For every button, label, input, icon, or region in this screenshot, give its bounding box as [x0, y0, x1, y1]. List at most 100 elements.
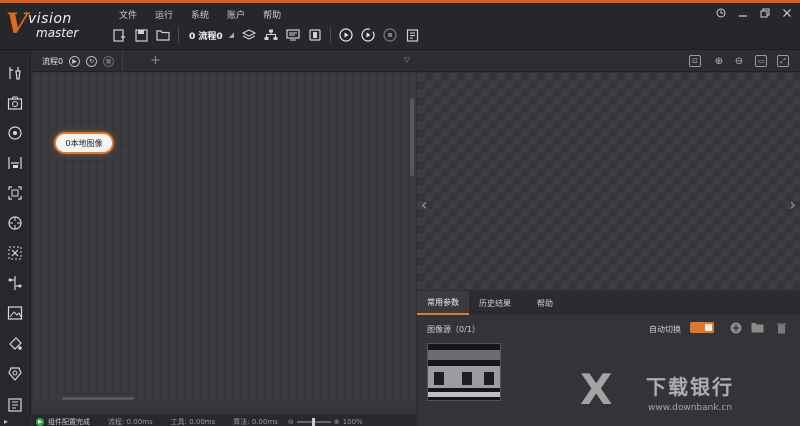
communicate-icon[interactable] [5, 395, 25, 415]
toolbar-separator [330, 27, 332, 43]
main-menu: 文件 运行 系统 账户 帮助 [110, 8, 290, 21]
toolbar-separator [178, 27, 179, 43]
stop-flow-icon[interactable]: ■ [103, 55, 115, 67]
logic-icon[interactable] [5, 273, 25, 293]
flow-node-label: 0本地图像 [65, 138, 103, 148]
app-window: V vision master 文件 运行 系统 账户 帮助 0 流程0 ◢ ▸… [0, 0, 800, 426]
flow-selector[interactable]: 0 流程0 ◢ [183, 29, 238, 42]
logo-word-vision: vision [28, 11, 72, 27]
watermark: X 下载银行 www.downbank.cn [580, 365, 790, 425]
save-icon[interactable] [130, 24, 152, 46]
calibrate-icon[interactable] [5, 213, 25, 233]
global-variable-icon[interactable] [282, 24, 304, 46]
color-icon[interactable] [5, 333, 25, 353]
tab-history-results[interactable]: 历史结果 [469, 291, 521, 315]
flow-time: 流程: 0.00ms [108, 417, 153, 426]
previous-image-button[interactable]: ‹ [421, 195, 427, 214]
tab-common-params[interactable]: 常用参数 [417, 291, 469, 315]
auto-switch-label: 自动切换 [649, 325, 681, 334]
align-icon[interactable] [5, 243, 25, 263]
menu-help[interactable]: 帮助 [254, 8, 290, 21]
stop-icon[interactable] [379, 24, 401, 46]
flow-canvas[interactable]: 0本地图像 [32, 73, 416, 403]
status-message: 组件配置完成 [48, 417, 90, 426]
menu-file[interactable]: 文件 [110, 8, 146, 21]
menu-account[interactable]: 账户 [218, 8, 254, 21]
trash-icon[interactable] [775, 321, 788, 334]
fullscreen-icon[interactable]: ⤢ [777, 55, 789, 67]
recognize-icon[interactable] [5, 183, 25, 203]
logo-word-master: master [36, 26, 79, 40]
add-flow-tab-button[interactable]: + [150, 53, 161, 68]
watermark-logo: X [580, 365, 613, 414]
image-thumbnail[interactable] [427, 343, 501, 401]
restore-icon[interactable] [758, 8, 772, 21]
add-folder-icon[interactable] [751, 321, 764, 334]
watermark-url: www.downbank.cn [648, 403, 733, 413]
status-ok: ▶ 组件配置完成 [36, 417, 90, 426]
hierarchy-icon[interactable] [260, 24, 282, 46]
camera-icon[interactable] [5, 93, 25, 113]
flow-panel: 流程0 ▶ ↻ ■ + ▽ 0本地图像 [32, 50, 416, 414]
algo-time: 算法: 0.00ms [233, 417, 278, 426]
canvas-vertical-scrollbar[interactable] [410, 98, 414, 176]
defect-icon[interactable] [5, 363, 25, 383]
add-circle-icon[interactable] [729, 321, 742, 334]
run-loop-icon[interactable] [357, 24, 379, 46]
status-ok-icon: ▶ [36, 417, 44, 426]
tool-time: 工具: 0.00ms [170, 417, 216, 426]
sidebar-expand-button[interactable]: ▸ [0, 414, 31, 426]
report-icon[interactable] [401, 24, 423, 46]
minimize-icon[interactable] [736, 8, 750, 21]
zoom-in-icon[interactable]: ⊕ [713, 55, 725, 67]
flow-selector-value: 0 流程0 [189, 31, 223, 42]
expand-arrow-icon: ▸ [4, 417, 9, 426]
zoom-slider[interactable] [296, 417, 331, 426]
next-image-button[interactable]: › [790, 195, 796, 214]
zoom-in-icon[interactable]: ⊕ [334, 418, 340, 426]
logo-mark: V [6, 7, 28, 40]
image-display-panel: ⊡ ⊕ ⊖ ▭ ⤢ ‹ › [417, 50, 800, 290]
params-tab-bar: 常用参数 历史结果 帮助 [417, 291, 800, 315]
run-once-icon[interactable] [335, 24, 357, 46]
dropdown-arrow-icon: ◢ [228, 31, 235, 39]
flow-node-local-image[interactable]: 0本地图像 [54, 132, 114, 154]
actual-size-icon[interactable]: ▭ [755, 55, 767, 67]
close-icon[interactable] [780, 8, 794, 21]
image-toolbar: ⊡ ⊕ ⊖ ▭ ⤢ [417, 50, 800, 72]
tool-sidebar [0, 50, 31, 426]
zoom-level: 100% [342, 417, 363, 426]
status-bar: ▶ 组件配置完成 流程: 0.00ms 工具: 0.00ms 算法: 0.00m… [32, 414, 416, 426]
fit-window-icon[interactable]: ⊡ [689, 55, 701, 67]
open-folder-icon[interactable] [152, 24, 174, 46]
flow-tab-bar: 流程0 ▶ ↻ ■ + ▽ [32, 50, 416, 72]
image-process-icon[interactable] [5, 303, 25, 323]
zoom-slider-knob[interactable] [311, 417, 315, 426]
toggle-knob [705, 324, 712, 331]
new-solution-icon[interactable] [108, 24, 130, 46]
measure-icon[interactable] [5, 153, 25, 173]
run-flow-icon[interactable]: ▶ [69, 55, 81, 67]
locate-icon[interactable] [5, 123, 25, 143]
tab-flow0[interactable]: 流程0 ▶ ↻ ■ [42, 50, 124, 72]
watermark-text: 下载银行 [646, 375, 734, 399]
menu-run[interactable]: 运行 [146, 8, 182, 21]
image-viewport[interactable]: ‹ › [417, 73, 800, 290]
image-tools-icon[interactable] [5, 63, 25, 83]
clock-icon[interactable] [714, 8, 728, 21]
title-bar: V vision master 文件 运行 系统 账户 帮助 0 流程0 ◢ [0, 3, 800, 50]
loop-flow-icon[interactable]: ↻ [86, 55, 98, 67]
menu-system[interactable]: 系统 [182, 8, 218, 21]
chevron-down-icon[interactable]: ▽ [404, 55, 410, 64]
canvas-horizontal-scrollbar[interactable] [62, 397, 134, 400]
zoom-out-icon[interactable]: ⊖ [288, 418, 294, 426]
layers-icon[interactable] [238, 24, 260, 46]
image-source-label: 图像源（0/1） [427, 325, 480, 334]
tab-help[interactable]: 帮助 [521, 291, 569, 315]
communication-icon[interactable] [304, 24, 326, 46]
main-toolbar: 0 流程0 ◢ [108, 23, 423, 47]
window-controls [714, 8, 794, 21]
zoom-control: ⊖ ⊕ 100% [288, 417, 363, 426]
zoom-out-icon[interactable]: ⊖ [733, 55, 745, 67]
auto-switch-toggle[interactable] [690, 322, 714, 333]
